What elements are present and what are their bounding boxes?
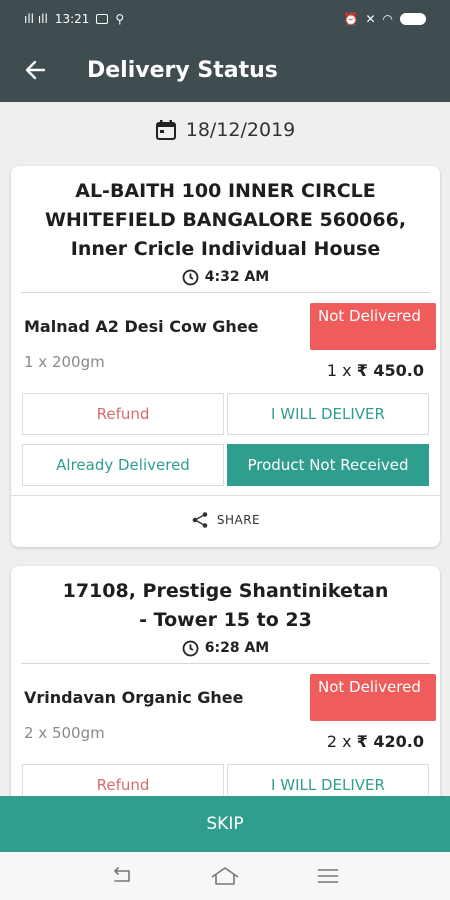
silent-icon: ✕ (365, 12, 376, 26)
product-row: Vrindavan Organic Ghee 2 x 500gm Not Del… (11, 664, 440, 764)
status-badge: Not Delivered (310, 674, 436, 721)
back-arrow-icon (25, 60, 46, 80)
back-button[interactable] (0, 59, 70, 81)
alarm-icon: ⏰ (343, 12, 359, 26)
delivery-list[interactable]: 18/12/2019 AL-BAITH 100 INNER CIRCLE WHI… (0, 102, 450, 796)
clock-icon (182, 269, 199, 285)
share-button[interactable]: SHARE (11, 495, 440, 543)
price-count: 1 x (326, 361, 352, 380)
product-not-received-button[interactable]: Product Not Received (227, 444, 429, 486)
delivery-address: 17108, Prestige Shantiniketan - Tower 15… (62, 580, 389, 631)
nav-back-button[interactable] (102, 861, 142, 891)
skip-button[interactable]: SKIP (0, 796, 450, 852)
delivery-address: AL-BAITH 100 INNER CIRCLE WHITEFIELD BAN… (44, 180, 407, 260)
nav-menu-button[interactable] (308, 861, 348, 891)
share-icon (192, 511, 208, 528)
order-card: AL-BAITH 100 INNER CIRCLE WHITEFIELD BAN… (11, 166, 440, 547)
time-label: 6:28 AM (204, 640, 270, 656)
action-row: Refund I WILL DELIVER (22, 393, 429, 435)
product-price: 1 x ₹ 450.0 (327, 361, 424, 380)
usb-icon: ⚲ (115, 12, 125, 26)
battery-charging-icon (400, 13, 426, 25)
menu-icon (318, 869, 339, 883)
price-count: 2 x (326, 732, 352, 751)
page-title: Delivery Status (87, 57, 278, 83)
clock-icon (182, 640, 199, 656)
delivery-time: 6:28 AM (11, 635, 440, 661)
wifi-icon: ◠ (382, 12, 393, 26)
status-bar: ıll ıll 13:21 ⚲ ⏰ ✕ ◠ (0, 0, 450, 38)
refund-button[interactable]: Refund (22, 764, 224, 796)
system-nav-bar (0, 852, 450, 900)
product-name: Vrindavan Organic Ghee (24, 688, 244, 707)
product-quantity: 1 x 200gm (24, 353, 105, 371)
notification-icon (96, 14, 109, 24)
action-row: Refund I WILL DELIVER (22, 764, 429, 796)
status-time: 13:21 (54, 12, 90, 26)
already-delivered-button[interactable]: Already Delivered (22, 444, 224, 486)
selected-date[interactable]: 18/12/2019 (186, 119, 296, 141)
product-price: 2 x ₹ 420.0 (327, 732, 424, 751)
action-row: Already Delivered Product Not Received (22, 444, 429, 486)
home-icon (211, 867, 239, 885)
i-will-deliver-button[interactable]: I WILL DELIVER (227, 393, 429, 435)
delivery-time: 4:32 AM (11, 264, 440, 290)
calendar-icon (155, 120, 176, 140)
date-row: 18/12/2019 (0, 102, 450, 158)
price-amount: ₹ 450.0 (356, 361, 424, 380)
price-amount: ₹ 420.0 (356, 732, 424, 751)
share-label: SHARE (216, 512, 261, 527)
order-card: 17108, Prestige Shantiniketan - Tower 15… (11, 566, 440, 796)
product-quantity: 2 x 500gm (24, 724, 105, 742)
product-name: Malnad A2 Desi Cow Ghee (24, 317, 259, 336)
i-will-deliver-button[interactable]: I WILL DELIVER (227, 764, 429, 796)
refund-button[interactable]: Refund (22, 393, 224, 435)
status-badge: Not Delivered (310, 303, 436, 350)
nav-home-button[interactable] (205, 861, 245, 891)
product-row: Malnad A2 Desi Cow Ghee 1 x 200gm Not De… (11, 293, 440, 393)
nav-back-icon (113, 867, 130, 882)
signal-icon: ıll ıll (24, 12, 48, 26)
time-label: 4:32 AM (204, 269, 270, 285)
app-bar: Delivery Status (0, 38, 450, 102)
